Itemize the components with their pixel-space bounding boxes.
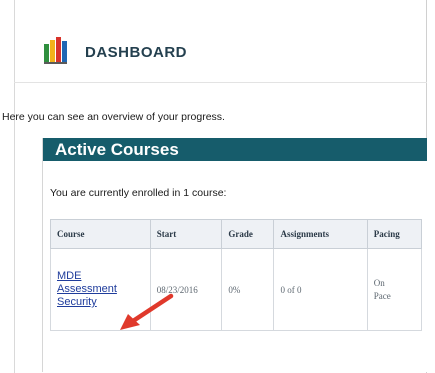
table-row: MDE Assessment Security 08/23/2016 0% 0 …	[50, 248, 423, 331]
frame-left-border	[14, 0, 15, 373]
pacing-cell: On Pace	[366, 248, 423, 331]
dashboard-page: Dashboard Here you can see an overview o…	[0, 0, 435, 373]
course-link[interactable]: MDE Assessment Security	[57, 270, 117, 309]
column-header-course[interactable]: Course	[50, 219, 151, 249]
column-header-assignments[interactable]: Assignments	[273, 219, 368, 249]
header-divider	[14, 82, 427, 83]
grade-cell: 0%	[221, 248, 275, 331]
courses-table: Course Start Grade Assignments Pacing MD…	[50, 219, 423, 331]
page-header: Dashboard	[43, 30, 187, 70]
assignments-cell: 0 of 0	[273, 248, 368, 331]
column-header-start[interactable]: Start	[149, 219, 223, 249]
table-header-row: Course Start Grade Assignments Pacing	[50, 219, 423, 249]
enrolled-text: You are currently enrolled in 1 course:	[50, 187, 227, 199]
column-header-pacing[interactable]: Pacing	[366, 219, 423, 249]
red-pointer-arrow-icon	[120, 293, 174, 330]
active-courses-panel: Active Courses You are currently enrolle…	[42, 138, 427, 372]
column-header-grade[interactable]: Grade	[221, 219, 275, 249]
page-title: Dashboard	[85, 37, 187, 62]
intro-text: Here you can see an overview of your pro…	[2, 111, 225, 123]
book-stack-icon	[44, 37, 67, 64]
panel-title: Active Courses	[43, 138, 427, 161]
